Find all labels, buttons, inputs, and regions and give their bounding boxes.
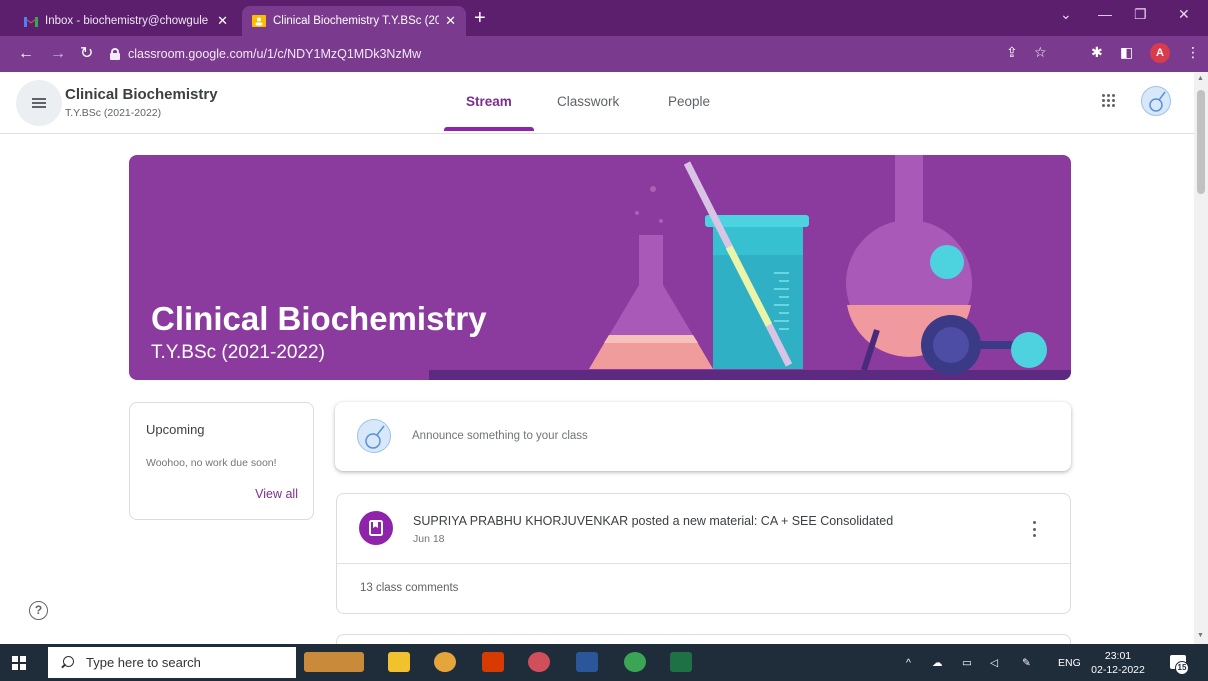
more-vert-icon[interactable] xyxy=(1033,521,1037,537)
announce-box[interactable]: Announce something to your class xyxy=(335,402,1071,471)
close-icon[interactable]: ✕ xyxy=(445,13,456,29)
tab-people[interactable]: People xyxy=(668,94,710,109)
post-title[interactable]: SUPRIYA PRABHU KHORJUVENKAR posted a new… xyxy=(413,514,893,528)
word-icon[interactable] xyxy=(576,652,598,672)
upcoming-title: Upcoming xyxy=(146,422,205,437)
date: 02-12-2022 xyxy=(1091,664,1145,676)
side-panel-icon[interactable]: ◧ xyxy=(1120,44,1133,61)
search-placeholder: Type here to search xyxy=(86,655,201,670)
chevron-down-icon[interactable]: ⌄ xyxy=(1060,6,1072,23)
classroom-header: Clinical Biochemistry T.Y.BSc (2021-2022… xyxy=(0,72,1194,134)
tab-label: Clinical Biochemistry T.Y.BSc (20 xyxy=(273,15,440,27)
network-icon[interactable]: ▭ xyxy=(962,657,972,669)
banner-title: Clinical Biochemistry xyxy=(151,300,487,337)
pen-icon[interactable]: ✎ xyxy=(1022,657,1031,669)
browser-tab-bar: Inbox - biochemistry@chowgule ✕ Clinical… xyxy=(0,0,1208,36)
volume-icon[interactable]: ◁ xyxy=(990,657,998,669)
scroll-up-arrow-icon[interactable]: ▲ xyxy=(1197,75,1204,82)
tab-classroom[interactable]: Clinical Biochemistry T.Y.BSc (20 ✕ xyxy=(242,6,466,36)
post-date: Jun 18 xyxy=(413,533,445,545)
share-icon[interactable]: ⇪ xyxy=(1006,44,1018,61)
upcoming-card: Upcoming Woohoo, no work due soon! View … xyxy=(129,402,314,520)
close-icon[interactable]: ✕ xyxy=(217,13,228,29)
scrollbar-thumb[interactable] xyxy=(1197,90,1205,194)
divider xyxy=(337,563,1070,564)
extensions-icon[interactable]: ✱ xyxy=(1091,44,1103,61)
classroom-icon xyxy=(252,14,266,28)
browser-toolbar: ← → ↻ classroom.google.com/u/1/c/NDY1MzQ… xyxy=(0,36,1208,72)
announce-placeholder[interactable]: Announce something to your class xyxy=(412,430,588,442)
lock-icon xyxy=(110,48,120,60)
notification-count: 15 xyxy=(1175,661,1189,675)
upcoming-message: Woohoo, no work due soon! xyxy=(146,457,277,469)
material-icon xyxy=(359,511,393,545)
help-icon[interactable]: ? xyxy=(29,601,48,620)
windows-start-icon[interactable] xyxy=(12,656,26,670)
new-tab-button[interactable]: + xyxy=(474,8,486,28)
url-text: classroom.google.com/u/1/c/NDY1MzQ1MDk3N… xyxy=(128,47,422,61)
class-banner: Clinical Biochemistry T.Y.BSc (2021-2022… xyxy=(129,155,1071,380)
reload-icon[interactable]: ↻ xyxy=(80,44,93,64)
whatsapp-icon[interactable] xyxy=(624,652,646,672)
profile-avatar[interactable]: A xyxy=(1150,43,1170,63)
class-title[interactable]: Clinical Biochemistry xyxy=(65,86,218,103)
close-window-icon[interactable]: ✕ xyxy=(1178,6,1190,23)
office-icon[interactable] xyxy=(482,652,504,672)
banner-subtitle: T.Y.BSc (2021-2022) xyxy=(151,342,325,363)
taskbar-search[interactable]: Type here to search xyxy=(48,647,296,678)
account-avatar xyxy=(357,419,391,453)
news-widget-icon[interactable] xyxy=(304,652,364,672)
gmail-icon xyxy=(24,14,38,28)
hamburger-icon xyxy=(32,98,46,108)
file-explorer-icon[interactable] xyxy=(388,652,410,672)
google-apps-icon[interactable] xyxy=(1102,94,1116,108)
clock[interactable]: 23:01 02-12-2022 xyxy=(1090,649,1146,677)
url-bar[interactable]: classroom.google.com/u/1/c/NDY1MzQ1MDk3N… xyxy=(110,42,970,66)
chrome-icon[interactable] xyxy=(434,652,456,672)
star-icon[interactable]: ☆ xyxy=(1034,44,1047,61)
view-all-link[interactable]: View all xyxy=(255,487,298,501)
flask-avatar-icon xyxy=(365,425,385,449)
time: 23:01 xyxy=(1104,650,1132,662)
excel-icon[interactable] xyxy=(670,652,692,672)
back-arrow-icon[interactable]: ← xyxy=(18,44,34,64)
search-icon xyxy=(60,655,74,670)
language-indicator[interactable]: ENG xyxy=(1058,657,1081,669)
restore-icon[interactable]: ❐ xyxy=(1134,6,1147,23)
main-menu-button[interactable] xyxy=(16,80,62,126)
account-avatar[interactable] xyxy=(1141,86,1171,116)
class-subtitle: T.Y.BSc (2021-2022) xyxy=(65,107,162,119)
tab-stream[interactable]: Stream xyxy=(466,94,512,109)
class-comments-link[interactable]: 13 class comments xyxy=(360,582,458,594)
tab-classwork[interactable]: Classwork xyxy=(557,94,619,109)
tab-label: Inbox - biochemistry@chowgule xyxy=(45,15,209,27)
tab-inbox[interactable]: Inbox - biochemistry@chowgule ✕ xyxy=(14,6,238,36)
forward-arrow-icon[interactable]: → xyxy=(50,44,66,64)
chrome-profile-icon[interactable] xyxy=(528,652,550,672)
scroll-down-arrow-icon[interactable]: ▼ xyxy=(1197,632,1204,639)
stream-post[interactable]: SUPRIYA PRABHU KHORJUVENKAR posted a new… xyxy=(336,493,1071,614)
active-tab-indicator xyxy=(444,127,534,131)
minimize-icon[interactable]: — xyxy=(1098,6,1112,22)
windows-taskbar: Type here to search ^ ☁ ▭ ◁ ✎ ENG 23:01 … xyxy=(0,644,1208,681)
onedrive-icon[interactable]: ☁ xyxy=(932,657,943,669)
more-options-icon[interactable]: ⋮ xyxy=(1186,44,1200,61)
chevron-up-icon[interactable]: ^ xyxy=(906,657,911,669)
